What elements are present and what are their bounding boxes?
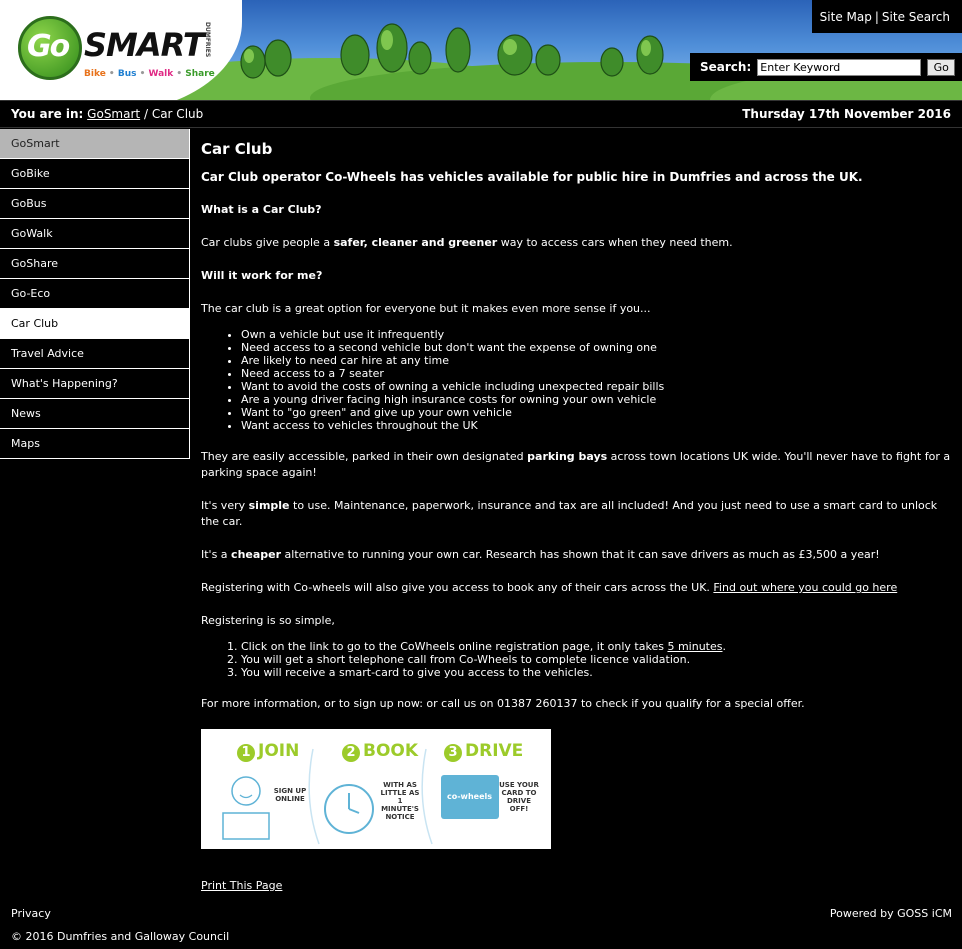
list-item: Want to "go green" and give up your own … xyxy=(241,406,956,419)
main-content: Car Club Car Club operator Co-Wheels has… xyxy=(201,139,956,894)
list-item: Need access to a second vehicle but don'… xyxy=(241,341,956,354)
sidebar-item-whats-happening[interactable]: What's Happening? xyxy=(0,369,190,399)
list-item: You will get a short telephone call from… xyxy=(241,653,956,666)
copyright: © 2016 Dumfries and Galloway Council xyxy=(11,930,230,943)
intro-lead: Car Club operator Co-Wheels has vehicles… xyxy=(201,170,863,184)
powered-by: Powered by GOSS iCM xyxy=(829,907,952,920)
list-item: Want to avoid the costs of owning a vehi… xyxy=(241,380,956,393)
list-item: You will receive a smart-card to give yo… xyxy=(241,666,956,679)
breadcrumb-bar: You are in: GoSmart / Car Club Thursday … xyxy=(0,100,962,128)
banner-note-notice: WITH AS LITTLE AS 1 MINUTE'S NOTICE xyxy=(380,781,420,821)
join-book-drive-banner: 1 JOIN 2 BOOK 3 DRIVE SIGN UP ONLINE WITH A… xyxy=(201,729,551,849)
paragraph-great-option: The car club is a great option for every… xyxy=(201,302,651,315)
breadcrumb-current: Car Club xyxy=(151,107,204,121)
paragraph-more-info: For more information, or to sign up now:… xyxy=(201,697,805,710)
search-input[interactable] xyxy=(757,58,922,76)
go-logo-icon: Go xyxy=(18,16,82,80)
sidebar-item-gosmart[interactable]: GoSmart xyxy=(0,129,190,159)
print-page-link[interactable]: Print This Page xyxy=(201,879,282,892)
paragraph-accessible: They are easily accessible, parked in th… xyxy=(201,450,951,479)
question-will-it-work: Will it work for me? xyxy=(201,269,323,282)
search-box: Search: Go xyxy=(690,53,962,81)
list-item: Are likely to need car hire at any time xyxy=(241,354,956,367)
banner-note-card: USE YOUR CARD TO DRIVE OFF! xyxy=(499,781,539,813)
sidebar-item-goshare[interactable]: GoShare xyxy=(0,249,190,279)
privacy-link[interactable]: Privacy xyxy=(11,907,51,920)
sidebar-item-travel-advice[interactable]: Travel Advice xyxy=(0,339,190,369)
list-item: Click on the link to go to the CoWheels … xyxy=(241,640,956,653)
gosmart-logo[interactable]: Go SMART DUMFRIES Bike • Bus • Walk • Sh… xyxy=(18,16,228,86)
paragraph-cheaper: It's a cheaper alternative to running yo… xyxy=(201,548,880,561)
site-header: Go SMART DUMFRIES Bike • Bus • Walk • Sh… xyxy=(0,0,962,100)
find-out-link[interactable]: Find out where you could go here xyxy=(713,581,897,594)
paragraph-car-clubs: Car clubs give people a safer, cleaner a… xyxy=(201,236,733,249)
sidebar-item-news[interactable]: News xyxy=(0,399,190,429)
sidebar-item-maps[interactable]: Maps xyxy=(0,429,190,459)
question-what-is: What is a Car Club? xyxy=(201,203,322,216)
logo-tagline: Bike • Bus • Walk • Share xyxy=(84,69,215,79)
site-map-link[interactable]: Site Map xyxy=(820,10,872,24)
list-item: Want access to vehicles throughout the U… xyxy=(241,419,956,432)
benefits-list: Own a vehicle but use it infrequently Ne… xyxy=(241,328,956,432)
logo-wordmark: SMART xyxy=(84,26,205,64)
five-minutes-link[interactable]: 5 minutes xyxy=(667,640,722,653)
sidebar-item-car-club[interactable]: Car Club xyxy=(0,309,190,339)
registration-steps: Click on the link to go to the CoWheels … xyxy=(241,640,956,679)
current-date: Thursday 17th November 2016 xyxy=(742,107,951,121)
page-title: Car Club xyxy=(201,140,273,158)
breadcrumb-home-link[interactable]: GoSmart xyxy=(87,107,140,121)
sidebar-item-gobike[interactable]: GoBike xyxy=(0,159,190,189)
breadcrumb: You are in: GoSmart / Car Club xyxy=(11,107,203,121)
paragraph-simple: It's very simple to use. Maintenance, pa… xyxy=(201,499,938,528)
list-item: Own a vehicle but use it infrequently xyxy=(241,328,956,341)
search-go-button[interactable]: Go xyxy=(927,58,956,76)
sidebar-item-gobus[interactable]: GoBus xyxy=(0,189,190,219)
utility-links: Site Map | Site Search xyxy=(812,0,962,33)
paragraph-registering-simple: Registering is so simple, xyxy=(201,614,335,627)
list-item: Need access to a 7 seater xyxy=(241,367,956,380)
breadcrumb-separator: / xyxy=(143,107,148,121)
list-item: Are a young driver facing high insurance… xyxy=(241,393,956,406)
sidebar-nav: GoSmart GoBike GoBus GoWalk GoShare Go-E… xyxy=(0,129,190,459)
co-wheels-card: co-wheels xyxy=(441,775,499,819)
paragraph-registering-uk: Registering with Co-wheels will also giv… xyxy=(201,581,898,594)
sidebar-item-gowalk[interactable]: GoWalk xyxy=(0,219,190,249)
logo-dumfries: DUMFRIES xyxy=(204,22,211,58)
banner-note-signup: SIGN UP ONLINE xyxy=(273,787,307,803)
sidebar-item-go-eco[interactable]: Go-Eco xyxy=(0,279,190,309)
search-label: Search: xyxy=(700,60,752,74)
breadcrumb-label: You are in: xyxy=(11,107,84,121)
site-search-link[interactable]: Site Search xyxy=(882,10,950,24)
